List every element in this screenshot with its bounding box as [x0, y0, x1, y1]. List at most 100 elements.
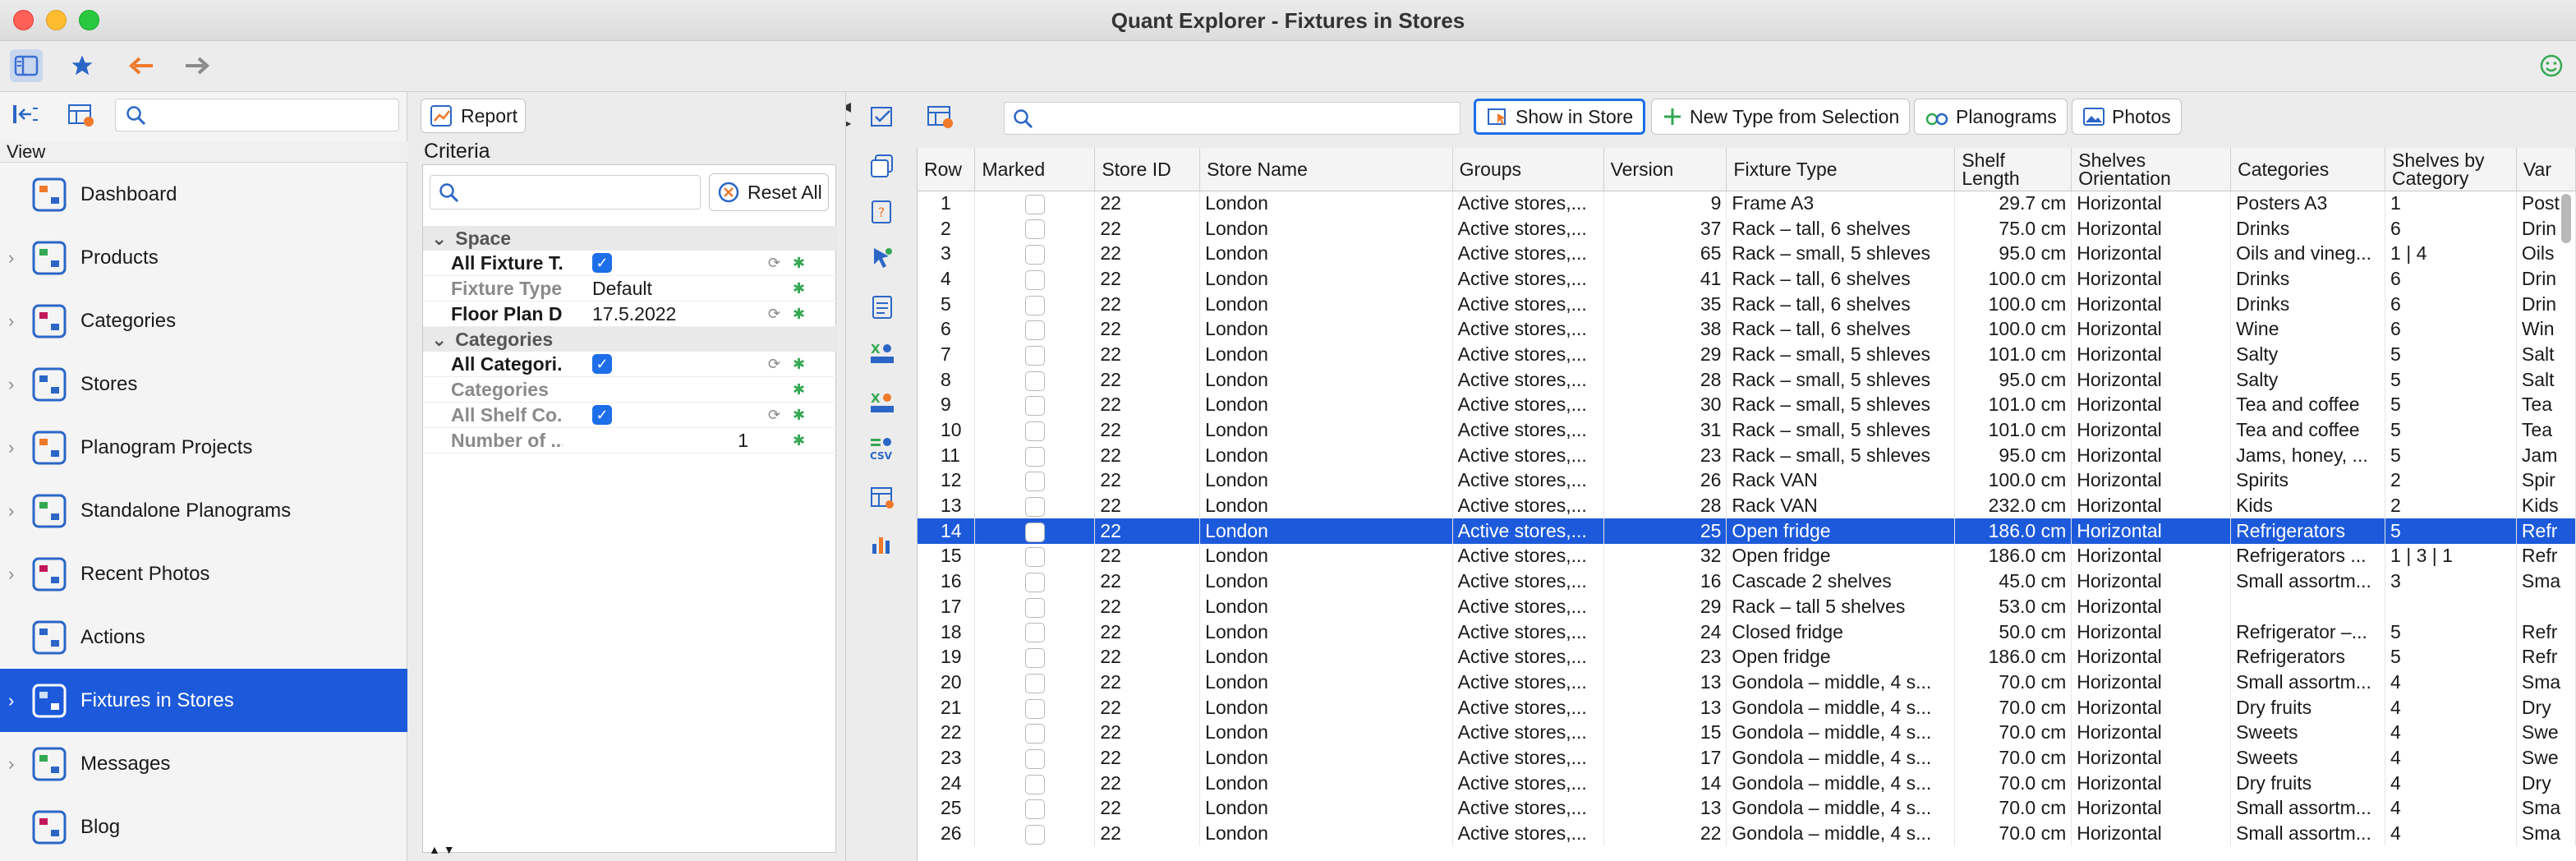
- table-row[interactable]: 21 22 London Active stores,... 13 Gondola – m…: [918, 694, 2576, 721]
- marked-checkbox[interactable]: [1024, 345, 1045, 366]
- column-header-fixture-type[interactable]: Fixture Type: [1726, 148, 1956, 191]
- marked-checkbox[interactable]: [1024, 195, 1045, 215]
- criteria-value[interactable]: ✓: [592, 405, 757, 425]
- checklist-icon[interactable]: [869, 104, 895, 130]
- column-header-store-name[interactable]: Store Name: [1199, 148, 1453, 191]
- cell-marked[interactable]: [974, 493, 1096, 518]
- marked-checkbox[interactable]: [1024, 522, 1045, 542]
- nav-item-dashboard[interactable]: Dashboard: [0, 163, 407, 226]
- table-row[interactable]: 6 22 London Active stores,... 38 Rack – tall,…: [918, 316, 2576, 343]
- criteria-search-input[interactable]: [430, 175, 701, 209]
- cell-marked[interactable]: [974, 467, 1096, 494]
- marked-checkbox[interactable]: [1024, 547, 1045, 568]
- marked-checkbox[interactable]: [1024, 724, 1045, 744]
- table-row[interactable]: 7 22 London Active stores,... 29 Rack – small…: [918, 342, 2576, 367]
- chart-icon[interactable]: [869, 531, 895, 557]
- show-in-store-button[interactable]: Show in Store: [1474, 99, 1646, 135]
- marked-checkbox[interactable]: [1024, 497, 1045, 518]
- criteria-row[interactable]: All Shelf Co... ✓ ⟳ ✱: [423, 403, 837, 428]
- nav-item-messages[interactable]: › Messages: [0, 732, 407, 795]
- chevron-right-icon[interactable]: ›: [8, 247, 14, 269]
- checkbox-checked[interactable]: ✓: [592, 253, 612, 273]
- marked-checkbox[interactable]: [1024, 421, 1045, 441]
- criteria-value[interactable]: 1: [592, 430, 757, 452]
- nav-item-stores[interactable]: › Stores: [0, 352, 407, 416]
- criteria-group-header[interactable]: ⌄ Space: [423, 226, 837, 251]
- favorites-button[interactable]: [66, 49, 99, 82]
- cell-marked[interactable]: [974, 518, 1096, 544]
- column-header-shelf-length[interactable]: Shelf Length: [1954, 148, 2072, 191]
- duplicate-icon[interactable]: [869, 153, 895, 179]
- table-row[interactable]: 24 22 London Active stores,... 14 Gondola – m…: [918, 770, 2576, 796]
- photos-button[interactable]: Photos: [2072, 99, 2182, 135]
- cell-marked[interactable]: [974, 694, 1096, 721]
- marked-checkbox[interactable]: [1024, 573, 1045, 593]
- criteria-value[interactable]: Default: [592, 278, 757, 300]
- table-row[interactable]: 22 22 London Active stores,... 15 Gondola – m…: [918, 720, 2576, 746]
- nav-item-products[interactable]: › Products: [0, 226, 407, 289]
- cell-marked[interactable]: [974, 392, 1096, 418]
- cell-marked[interactable]: [974, 795, 1096, 822]
- chevron-right-icon[interactable]: ›: [8, 437, 14, 458]
- sidebar-toggle-button[interactable]: [10, 49, 43, 82]
- cell-marked[interactable]: [974, 342, 1096, 367]
- table-row[interactable]: 12 22 London Active stores,... 26 Rack VAN 100…: [918, 467, 2576, 494]
- table-row[interactable]: 15 22 London Active stores,... 32 Open fridge…: [918, 543, 2576, 569]
- criteria-row[interactable]: Categories ✱: [423, 377, 837, 403]
- table-row[interactable]: 4 22 London Active stores,... 41 Rack – tall,…: [918, 266, 2576, 292]
- csv-export-icon[interactable]: CSV: [869, 435, 895, 462]
- grid-search-input[interactable]: [1004, 102, 1460, 135]
- criteria-row[interactable]: Number of ... 1 ✱: [423, 428, 837, 454]
- table-row[interactable]: 13 22 London Active stores,... 28 Rack VAN 232…: [918, 493, 2576, 518]
- marked-checkbox[interactable]: [1024, 623, 1045, 643]
- cell-marked[interactable]: [974, 543, 1096, 569]
- planograms-button[interactable]: Planograms: [1914, 99, 2068, 135]
- table-row[interactable]: 26 22 London Active stores,... 22 Gondola – m…: [918, 821, 2576, 846]
- cell-marked[interactable]: [974, 594, 1096, 619]
- marked-checkbox[interactable]: [1024, 371, 1045, 391]
- pin-icon[interactable]: ✱: [793, 407, 809, 423]
- cell-marked[interactable]: [974, 316, 1096, 343]
- column-header-groups[interactable]: Groups: [1452, 148, 1604, 191]
- marked-checkbox[interactable]: [1024, 698, 1045, 719]
- marked-checkbox[interactable]: [1024, 799, 1045, 820]
- back-button[interactable]: [125, 49, 158, 82]
- forward-button[interactable]: [181, 49, 214, 82]
- cell-marked[interactable]: [974, 417, 1096, 443]
- table-row[interactable]: 17 22 London Active stores,... 29 Rack – tall…: [918, 594, 2576, 619]
- table-row[interactable]: 10 22 London Active stores,... 31 Rack – smal…: [918, 417, 2576, 443]
- table-row[interactable]: 5 22 London Active stores,... 35 Rack – tall,…: [918, 291, 2576, 317]
- column-header-row[interactable]: Row: [918, 148, 976, 191]
- refresh-icon[interactable]: ⟳: [768, 356, 784, 372]
- marked-checkbox[interactable]: [1024, 219, 1045, 240]
- criteria-value[interactable]: 17.5.2022: [592, 303, 757, 325]
- nav-item-categories[interactable]: › Categories: [0, 289, 407, 352]
- column-header-shelves-orientation[interactable]: Shelves Orientation: [2071, 148, 2232, 191]
- chevron-down-icon[interactable]: ⌄: [431, 327, 447, 352]
- chevron-right-icon[interactable]: ›: [8, 753, 14, 775]
- table-row[interactable]: 25 22 London Active stores,... 13 Gondola – m…: [918, 795, 2576, 822]
- cell-marked[interactable]: [974, 442, 1096, 468]
- cell-marked[interactable]: [974, 241, 1096, 267]
- checkbox-checked[interactable]: ✓: [592, 354, 612, 374]
- column-header-marked[interactable]: Marked: [974, 148, 1096, 191]
- chevron-right-icon[interactable]: ›: [8, 311, 14, 332]
- vertical-scrollbar[interactable]: [2561, 194, 2571, 243]
- column-header-store-id[interactable]: Store ID: [1094, 148, 1201, 191]
- report-button[interactable]: Report: [421, 99, 526, 133]
- marked-checkbox[interactable]: [1024, 320, 1045, 341]
- pin-icon[interactable]: ✱: [793, 255, 809, 271]
- marked-checkbox[interactable]: [1024, 648, 1045, 669]
- criteria-row[interactable]: Fixture Type Default ✱: [423, 276, 837, 302]
- refresh-icon[interactable]: ⟳: [768, 255, 784, 271]
- chevron-down-icon[interactable]: ⌄: [431, 226, 447, 251]
- reset-all-button[interactable]: Reset All: [709, 173, 829, 211]
- cell-marked[interactable]: [974, 745, 1096, 771]
- refresh-icon[interactable]: ⟳: [768, 306, 784, 322]
- cell-marked[interactable]: [974, 366, 1096, 393]
- column-header-categories[interactable]: Categories: [2230, 148, 2386, 191]
- pin-icon[interactable]: ✱: [793, 432, 809, 449]
- criteria-row[interactable]: Floor Plan D...17.5.2022⟳✱: [423, 302, 837, 327]
- table-row[interactable]: 11 22 London Active stores,... 23 Rack – smal…: [918, 442, 2576, 468]
- marked-checkbox[interactable]: [1024, 269, 1045, 290]
